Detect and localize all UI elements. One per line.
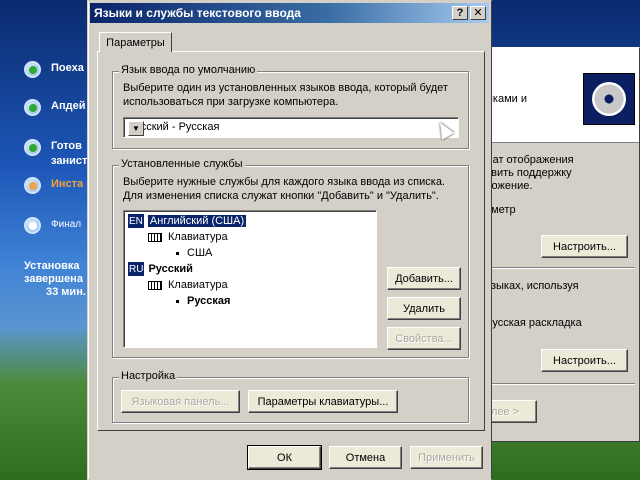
- key-settings-button[interactable]: Параметры клавиатуры...: [248, 390, 398, 413]
- services-tree[interactable]: EN Английский (США) Клавиатура США RU Ру…: [123, 210, 377, 348]
- tree-item-label: Английский (США): [147, 215, 247, 227]
- setup-step-4: Инста: [24, 177, 83, 194]
- configure-regional-button[interactable]: Настроить...: [541, 235, 628, 258]
- info-text: мат отображения авить поддержку ложение.: [485, 154, 574, 193]
- setup-step-label: Поеха: [51, 62, 84, 74]
- chevron-down-icon[interactable]: ▼: [128, 121, 144, 136]
- eta-line: 33 мин.: [46, 286, 86, 298]
- dialog-title: Языки и службы текстового ввода: [94, 6, 301, 20]
- regional-options-window: ыками и мат отображения авить поддержку …: [467, 47, 640, 442]
- configure-languages-button[interactable]: Настроить...: [541, 349, 628, 372]
- info-line: мат отображения: [485, 154, 574, 166]
- setup-step-3: Готов занист: [24, 139, 87, 169]
- done-step-icon: [24, 139, 41, 156]
- setup-step-label: Апдей: [51, 100, 86, 112]
- language-indicator-icon: RU: [128, 262, 145, 276]
- done-step-icon: [24, 61, 41, 78]
- tree-item-label: Клавиатура: [168, 231, 228, 243]
- pending-step-icon: [24, 217, 41, 234]
- properties-button[interactable]: Свойства...: [387, 327, 461, 350]
- ok-button[interactable]: ОК: [247, 445, 322, 470]
- keyboard-icon: [148, 232, 162, 242]
- close-button[interactable]: ✕: [470, 6, 486, 20]
- active-step-icon: [24, 177, 41, 194]
- remove-button[interactable]: Удалить: [387, 297, 461, 320]
- setup-step-label: Готов занист: [51, 140, 88, 167]
- setup-steps-panel: Поеха Апдей Готов занист Инста Финал Уст…: [0, 0, 95, 480]
- setup-step-label: Инста: [51, 178, 84, 190]
- group-title: Язык ввода по умолчанию: [119, 64, 258, 76]
- window-header: ыками и: [471, 48, 639, 143]
- group-title: Настройка: [119, 370, 178, 382]
- separator: [485, 383, 635, 385]
- layout-label: Русская раскладка: [485, 317, 582, 329]
- bullet-icon: [176, 299, 179, 303]
- setup-step-1: Поеха: [24, 61, 84, 78]
- cancel-button[interactable]: Отмена: [329, 446, 402, 469]
- eta-line: завершена: [24, 273, 83, 285]
- setup-eta: Установка завершена 33 мин.: [24, 260, 86, 299]
- close-icon: ✕: [473, 6, 483, 19]
- text-services-dialog: Языки и службы текстового ввода ? ✕ Пара…: [87, 0, 492, 480]
- description-line: Выберите нужные службы для каждого языка…: [123, 176, 445, 188]
- description-line: использоваться при загрузке компьютера.: [123, 96, 339, 108]
- tree-item-english[interactable]: EN Английский (США): [128, 213, 247, 229]
- info-line: авить поддержку: [485, 167, 572, 179]
- tree-item-en-layout[interactable]: США: [176, 245, 212, 261]
- bullet-icon: [176, 251, 179, 255]
- tree-item-label: Русский: [148, 263, 193, 275]
- setup-step-5: Финал: [24, 217, 81, 234]
- cd-box-icon: [583, 73, 635, 125]
- languages-text: языках, используя: [485, 280, 579, 292]
- tree-item-label: Русская: [187, 295, 231, 307]
- help-icon: ?: [456, 6, 464, 19]
- setup-step-2: Апдей: [24, 99, 85, 116]
- add-button[interactable]: Добавить...: [387, 267, 461, 290]
- description-line: Для изменения списка служат кнопки "Доба…: [123, 190, 439, 202]
- eta-line: Установка: [24, 260, 80, 272]
- tree-item-en-keyboard[interactable]: Клавиатура: [148, 229, 228, 245]
- tree-item-label: США: [187, 247, 213, 259]
- language-indicator-icon: EN: [128, 214, 144, 228]
- tree-item-russian[interactable]: RU Русский: [128, 261, 193, 277]
- language-bar-button[interactable]: Языковая панель...: [121, 390, 240, 413]
- default-language-description: Выберите один из установленных языков вв…: [123, 81, 448, 109]
- tab-settings[interactable]: Параметры: [99, 32, 172, 52]
- separator: [485, 267, 635, 269]
- group-title: Установленные службы: [119, 158, 245, 170]
- title-bar[interactable]: Языки и службы текстового ввода ? ✕: [90, 3, 489, 23]
- tree-item-label: Клавиатура: [168, 279, 228, 291]
- tree-item-ru-layout[interactable]: Русская: [176, 293, 230, 309]
- info-line: ложение.: [485, 180, 533, 192]
- installed-services-description: Выберите нужные службы для каждого языка…: [123, 175, 445, 203]
- done-step-icon: [24, 99, 41, 116]
- setup-step-label: Финал: [51, 219, 82, 230]
- default-language-select[interactable]: Русский - Русская ▼: [123, 117, 459, 138]
- tree-item-ru-keyboard[interactable]: Клавиатура: [148, 277, 228, 293]
- help-button[interactable]: ?: [452, 6, 468, 20]
- description-line: Выберите один из установленных языков вв…: [123, 82, 448, 94]
- apply-button[interactable]: Применить: [410, 446, 483, 469]
- keyboard-icon: [148, 280, 162, 290]
